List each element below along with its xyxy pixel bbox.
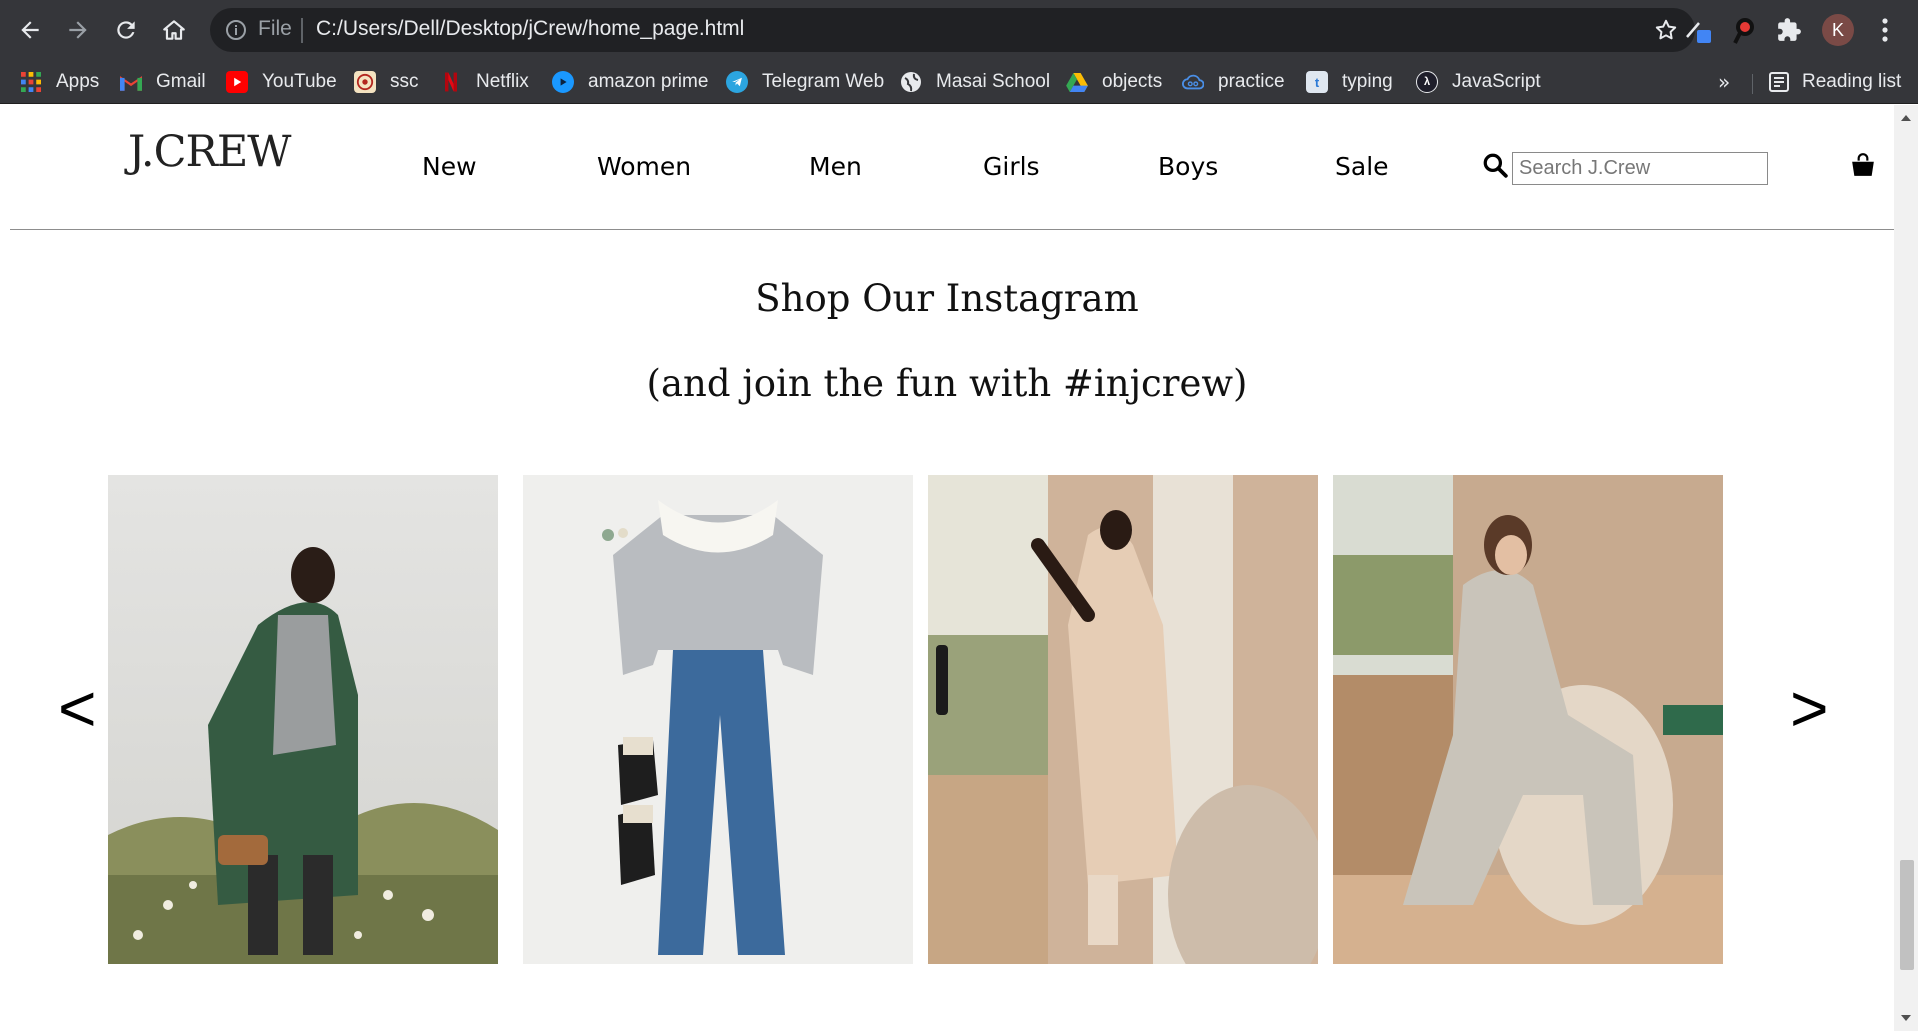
bookmark-label: typing bbox=[1342, 71, 1393, 92]
more-bookmarks-button[interactable]: » bbox=[1718, 70, 1730, 94]
typing-t-icon: t bbox=[1306, 71, 1328, 93]
page-scrollbar[interactable] bbox=[1894, 105, 1918, 1031]
bookmark-ssc[interactable]: ssc bbox=[354, 68, 419, 96]
nav-women[interactable]: Women bbox=[597, 152, 691, 181]
bookmark-typing[interactable]: t typing bbox=[1306, 68, 1393, 96]
page-viewport: J.CREW New Women Men Girls Boys Sale Sho… bbox=[0, 105, 1918, 1031]
fuzzy-extension-icon[interactable] bbox=[1728, 15, 1758, 45]
home-button[interactable] bbox=[156, 12, 192, 48]
bookmark-star-icon[interactable] bbox=[1653, 17, 1679, 43]
carousel-next-button[interactable]: > bbox=[1790, 675, 1829, 741]
bookmark-netflix[interactable]: Netflix bbox=[440, 68, 529, 96]
gmail-icon bbox=[120, 71, 142, 93]
extensions-puzzle-icon[interactable] bbox=[1774, 15, 1804, 45]
bookmarks-divider bbox=[1752, 74, 1753, 94]
bookmark-label: JavaScript bbox=[1452, 71, 1541, 92]
nav-new[interactable]: New bbox=[422, 152, 477, 181]
photo-sweater-jeans-flatlay[interactable] bbox=[523, 475, 913, 964]
home-icon bbox=[163, 20, 185, 40]
bookmark-gmail[interactable]: Gmail bbox=[120, 68, 206, 96]
address-bar[interactable]: File C:/Users/Dell/Desktop/jCrew/home_pa… bbox=[210, 8, 1695, 52]
carousel-prev-button[interactable]: < bbox=[58, 675, 97, 741]
reading-list-button[interactable]: Reading list bbox=[1768, 68, 1901, 96]
google-drive-icon bbox=[1066, 71, 1088, 93]
instagram-subtitle: (and join the fun with #injcrew) bbox=[646, 362, 1248, 405]
javascript-lambda-icon: λ bbox=[1416, 71, 1438, 93]
info-icon[interactable] bbox=[224, 18, 248, 42]
instagram-title: Shop Our Instagram bbox=[755, 277, 1139, 320]
bookmark-apps[interactable]: Apps bbox=[20, 68, 99, 96]
shopping-bag-icon[interactable] bbox=[1850, 152, 1876, 178]
bookmark-label: ssc bbox=[390, 71, 419, 92]
bookmark-practice[interactable]: practice bbox=[1182, 68, 1285, 96]
browser-toolbar: File C:/Users/Dell/Desktop/jCrew/home_pa… bbox=[0, 0, 1918, 60]
ssc-emblem-icon bbox=[354, 71, 376, 93]
bookmark-label: Gmail bbox=[156, 71, 206, 92]
reading-list-label: Reading list bbox=[1802, 71, 1902, 92]
bookmark-label: Netflix bbox=[476, 71, 529, 92]
bookmark-amazon-prime[interactable]: amazon prime bbox=[552, 68, 708, 96]
netflix-icon bbox=[440, 71, 462, 93]
bookmark-label: amazon prime bbox=[588, 71, 709, 92]
bookmark-label: Telegram Web bbox=[762, 71, 885, 92]
bookmark-label: practice bbox=[1218, 71, 1285, 92]
reload-button[interactable] bbox=[108, 12, 144, 48]
cloud-icon bbox=[1182, 71, 1204, 93]
arrow-right-icon bbox=[69, 21, 87, 39]
bookmarks-bar: Apps Gmail YouTube ssc Netflix amazon pr… bbox=[0, 60, 1918, 104]
nav-sale[interactable]: Sale bbox=[1335, 152, 1389, 181]
scrollbar-thumb[interactable] bbox=[1900, 860, 1914, 970]
arrow-left-icon bbox=[21, 21, 39, 39]
bookmark-label: Masai School bbox=[936, 71, 1051, 92]
prime-video-icon bbox=[552, 71, 574, 93]
profile-avatar[interactable]: K bbox=[1822, 14, 1854, 46]
color-picker-extension-icon[interactable] bbox=[1683, 15, 1713, 45]
apps-grid-icon bbox=[20, 71, 42, 93]
bookmark-youtube[interactable]: YouTube bbox=[226, 68, 337, 96]
photo-pajamas-chair[interactable] bbox=[1333, 475, 1723, 964]
bookmark-label: Apps bbox=[56, 71, 100, 92]
bookmark-label: YouTube bbox=[262, 71, 337, 92]
bookmark-label: objects bbox=[1102, 71, 1163, 92]
site-header: J.CREW New Women Men Girls Boys Sale bbox=[10, 105, 1894, 230]
bookmark-javascript[interactable]: λ JavaScript bbox=[1416, 68, 1541, 96]
omnibox-divider bbox=[301, 18, 303, 43]
search-icon[interactable] bbox=[1482, 152, 1508, 178]
reload-icon bbox=[117, 21, 135, 39]
url-text[interactable]: C:/Users/Dell/Desktop/jCrew/home_page.ht… bbox=[316, 17, 744, 41]
bookmark-telegram[interactable]: Telegram Web bbox=[726, 68, 884, 96]
jcrew-logo[interactable]: J.CREW bbox=[128, 127, 291, 177]
back-button[interactable] bbox=[12, 12, 48, 48]
file-scheme-label: File bbox=[258, 17, 292, 40]
forward-button[interactable] bbox=[60, 12, 96, 48]
reading-list-icon bbox=[1769, 72, 1789, 92]
photo-green-coat-field[interactable] bbox=[108, 475, 498, 964]
nav-men[interactable]: Men bbox=[809, 152, 862, 181]
search-input[interactable] bbox=[1512, 152, 1768, 185]
photo-quilted-robe-window[interactable] bbox=[928, 475, 1318, 964]
telegram-icon bbox=[726, 71, 748, 93]
globe-icon bbox=[900, 71, 922, 93]
more-vertical-icon[interactable] bbox=[1870, 14, 1900, 46]
nav-boys[interactable]: Boys bbox=[1158, 152, 1218, 181]
bookmark-masai-school[interactable]: Masai School bbox=[900, 68, 1050, 96]
bookmark-objects[interactable]: objects bbox=[1066, 68, 1162, 96]
youtube-icon bbox=[226, 71, 248, 93]
scroll-up-arrow-icon[interactable] bbox=[1901, 115, 1911, 121]
nav-girls[interactable]: Girls bbox=[983, 152, 1040, 181]
scroll-down-arrow-icon[interactable] bbox=[1901, 1015, 1911, 1021]
